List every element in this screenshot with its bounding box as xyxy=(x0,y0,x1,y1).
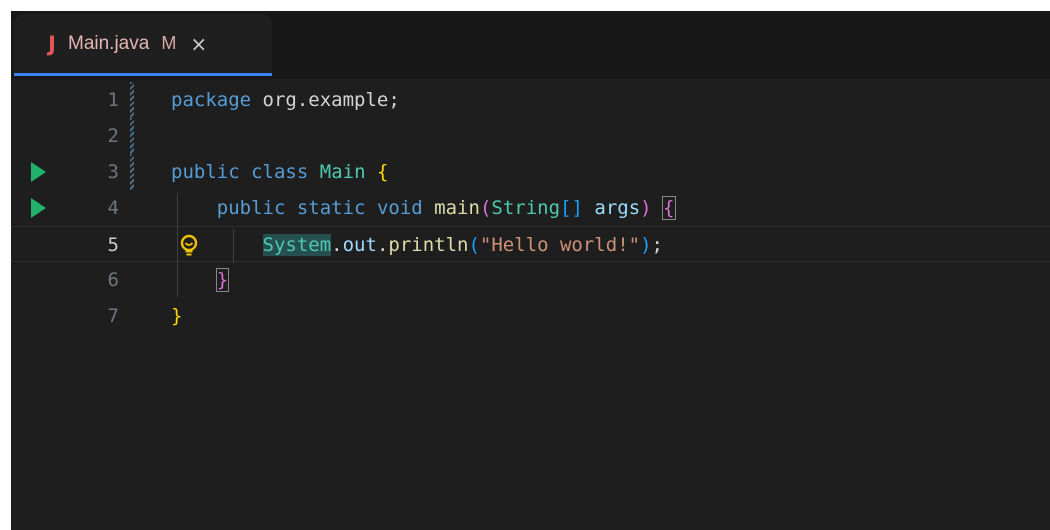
brace: } xyxy=(215,268,230,292)
code-line[interactable]: 6 } xyxy=(11,262,1050,298)
tab-main-java[interactable]: J Main.java M × xyxy=(14,14,272,76)
class-name: Main xyxy=(319,161,366,183)
code-editor[interactable]: 1 package org.example; 2 3 public class … xyxy=(11,79,1050,530)
brace: { xyxy=(662,196,676,220)
keyword: void xyxy=(376,197,423,219)
code-line[interactable]: 4 public static void main(String[] args)… xyxy=(11,190,1050,226)
brackets: [] xyxy=(560,197,583,219)
line-number: 3 xyxy=(107,161,119,183)
line-number: 5 xyxy=(107,234,119,256)
editor-window: J Main.java M × 1 package org.example; 2… xyxy=(11,11,1050,530)
keyword: package xyxy=(171,89,252,111)
code-line[interactable]: 3 public class Main { xyxy=(11,154,1050,190)
package-name: org.example; xyxy=(251,89,400,111)
brace: } xyxy=(171,305,183,327)
change-indicator xyxy=(130,154,134,190)
code-text: package org.example; xyxy=(171,82,400,118)
keyword: public xyxy=(216,197,286,219)
line-number: 2 xyxy=(107,125,119,147)
change-indicator xyxy=(130,82,134,118)
method-name: main xyxy=(434,197,480,219)
change-indicator xyxy=(130,118,134,154)
parameter: args xyxy=(594,197,641,219)
line-number: 4 xyxy=(107,197,119,219)
line-number: 7 xyxy=(107,305,119,327)
tab-bar: J Main.java M × xyxy=(11,11,1050,79)
keyword: static xyxy=(296,197,366,219)
code-line-current[interactable]: 5 System.out.println("Hello world!"); xyxy=(11,226,1050,262)
paren: ) xyxy=(640,234,652,256)
type-name: String xyxy=(491,197,561,219)
method-name: println xyxy=(388,234,469,256)
paren: ) xyxy=(640,197,652,219)
line-number: 6 xyxy=(107,269,119,291)
code-line[interactable]: 1 package org.example; xyxy=(11,82,1050,118)
indent-guide xyxy=(233,229,234,263)
code-line[interactable]: 7 } xyxy=(11,298,1050,334)
keyword: class xyxy=(251,161,309,183)
line-number: 1 xyxy=(107,89,119,111)
brace: { xyxy=(376,161,389,183)
dot: . xyxy=(376,234,389,256)
code-text: System.out.println("Hello world!"); xyxy=(171,227,663,263)
code-text: } xyxy=(171,298,182,334)
dot: . xyxy=(331,234,343,256)
close-icon[interactable]: × xyxy=(190,32,207,56)
keyword: public xyxy=(171,161,240,183)
code-line[interactable]: 2 xyxy=(11,118,1050,154)
code-text: public class Main { xyxy=(171,154,388,190)
field-name: out xyxy=(342,234,377,256)
paren: ( xyxy=(479,197,492,219)
indent-guide xyxy=(177,193,178,297)
semicolon: ; xyxy=(651,234,663,256)
paren: ( xyxy=(468,234,480,256)
tab-filename: Main.java xyxy=(68,32,150,54)
run-icon[interactable] xyxy=(31,162,46,182)
run-icon[interactable] xyxy=(31,198,46,218)
code-text: } xyxy=(171,262,230,298)
string-literal: "Hello world!" xyxy=(479,234,641,256)
code-text: public static void main(String[] args) { xyxy=(171,190,676,226)
java-icon: J xyxy=(48,31,56,56)
class-name: System xyxy=(262,234,332,256)
modified-badge: M xyxy=(161,33,177,53)
